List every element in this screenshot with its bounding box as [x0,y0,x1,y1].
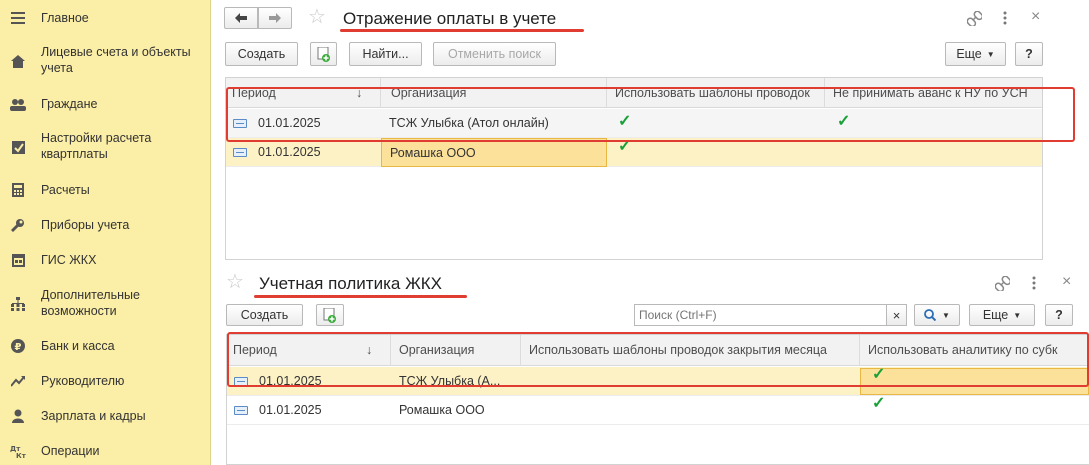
highlight-frame [226,87,1075,142]
chevron-down-icon: ▼ [942,310,950,320]
record-icon [234,406,248,415]
search-input[interactable] [634,304,886,326]
svg-text:Кт: Кт [16,452,26,459]
copy-add-icon [317,46,330,62]
people-icon [10,96,26,112]
menu-icon [10,10,26,26]
arrow-left-icon [235,13,247,23]
sidebar-item-main[interactable]: Главное [0,9,211,27]
more-label: Еще [956,47,982,61]
help-button[interactable]: ? [1045,304,1073,326]
favorite-star-icon[interactable]: ☆ [308,7,326,27]
sidebar-item-calculations[interactable]: Расчеты [0,181,211,199]
favorite-star-icon[interactable]: ☆ [226,272,244,292]
more-button[interactable]: Еще ▼ [969,304,1035,326]
copy-add-icon [323,307,336,323]
sidebar-item-label: Расчеты [41,183,90,197]
create-button[interactable]: Создать [226,304,303,326]
sidebar-item-label: Банк и касса [41,339,115,353]
close-icon[interactable]: × [1062,274,1071,290]
more-label: Еще [982,308,1009,322]
sidebar-item-label: Приборы учета [41,218,130,232]
accounting-policy-form: ☆ Учетная политика ЖКХ × Создать × ▼ Еще… [212,262,1089,465]
sidebar-item-label: Настройки расчета квартплаты [41,131,152,161]
chevron-down-icon: ▼ [1013,310,1022,320]
title-highlight [340,29,584,32]
sidebar-item-label: Граждане [41,97,98,111]
person-icon [10,408,26,424]
sidebar-item-label: Дополнительные возможности [41,288,140,318]
sidebar-item-label: Руководителю [41,374,125,388]
sidebar-item-operations[interactable]: Дт Кт Операции [0,442,211,460]
title-highlight [254,295,467,298]
structure-icon [10,296,26,312]
more-button[interactable]: Еще ▼ [945,42,1006,66]
sidebar-item-extra[interactable]: Дополнительные возможности [0,287,211,321]
payment-reflection-form: ☆ Отражение оплаты в учете × Создать Най… [212,0,1089,262]
more-vertical-icon[interactable] [1032,276,1036,292]
sidebar-item-bank[interactable]: ₽ Банк и касса [0,337,211,355]
highlight-frame [227,332,1089,387]
wrench-icon [10,217,26,233]
ruble-icon: ₽ [10,338,26,354]
help-button[interactable]: ? [1015,42,1043,66]
sidebar-item-citizens[interactable]: Граждане [0,95,211,113]
sidebar-item-label: Главное [41,11,89,25]
sidebar-item-accounts[interactable]: Лицевые счета и объекты учета [0,44,211,78]
copy-button[interactable] [310,42,337,66]
sidebar-item-rent-settings[interactable]: Настройки расчета квартплаты [0,130,211,164]
back-button[interactable] [224,7,258,29]
record-icon [233,148,247,157]
sidebar-item-manager[interactable]: Руководителю [0,372,211,390]
close-icon[interactable]: × [1031,9,1040,25]
search-icon [924,309,937,321]
table-row[interactable]: 01.01.2025 Ромашка ООО ✓ [226,138,1042,167]
page-title: Отражение оплаты в учете [343,9,557,28]
cell-organization: Ромашка ООО [381,138,607,167]
sidebar-item-label: Операции [41,444,100,458]
sidebar-item-label: Лицевые счета и объекты учета [41,45,191,75]
search-button[interactable]: ▼ [914,304,960,326]
link-icon[interactable] [966,10,984,28]
table-row[interactable]: 01.01.2025 Ромашка ООО ✓ [227,395,1089,425]
cancel-search-button[interactable]: Отменить поиск [433,42,556,66]
cell-period: 01.01.2025 [259,403,322,417]
sidebar-item-gis[interactable]: ГИС ЖКХ [0,251,211,269]
house-icon [10,53,26,69]
dt-kt-icon: Дт Кт [10,443,26,459]
chart-trend-icon [10,373,26,389]
forward-button[interactable] [258,7,292,29]
find-button[interactable]: Найти... [349,42,422,66]
checkmark-icon: ✓ [872,395,886,412]
sidebar-item-salary[interactable]: Зарплата и кадры [0,407,211,425]
cell-organization: Ромашка ООО [399,403,485,417]
checkbox-icon [10,139,26,155]
svg-text:₽: ₽ [15,342,22,353]
copy-button[interactable] [316,304,344,326]
clear-search-button[interactable]: × [886,304,907,326]
sidebar: Главное Лицевые счета и объекты учета Гр… [0,0,211,465]
create-button[interactable]: Создать [225,42,298,66]
sidebar-item-label: Зарплата и кадры [41,409,146,423]
link-icon[interactable] [994,275,1012,293]
sidebar-item-label: ГИС ЖКХ [41,253,97,267]
arrow-right-icon [269,13,281,23]
calculator-icon [10,182,26,198]
chevron-down-icon: ▼ [986,49,995,59]
more-vertical-icon[interactable] [1003,11,1007,27]
page-title: Учетная политика ЖКХ [259,274,443,293]
cell-period: 01.01.2025 [258,145,321,159]
sidebar-item-meters[interactable]: Приборы учета [0,216,211,234]
calendar-icon [10,252,26,268]
